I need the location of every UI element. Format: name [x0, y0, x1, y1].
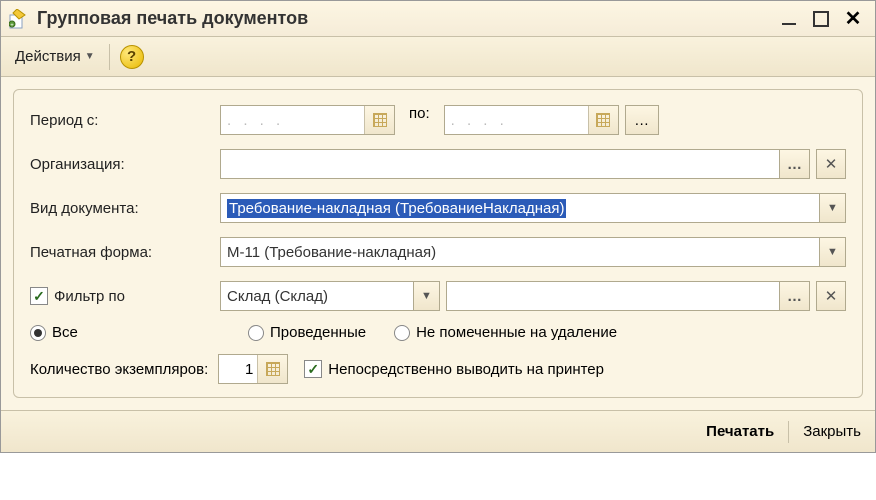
copies-value: 1: [219, 361, 257, 378]
organization-clear-button[interactable]: ✕: [816, 149, 846, 179]
period-to-calendar-button[interactable]: [588, 106, 618, 134]
svg-text:+: +: [10, 23, 14, 29]
actions-label: Действия: [15, 48, 81, 65]
filter-attr-value: Склад (Склад): [227, 288, 328, 305]
direct-print-group: Непосредственно выводить на принтер: [304, 360, 604, 378]
filter-attr-dropdown-button[interactable]: ▼: [413, 282, 439, 310]
row-doc-type: Вид документа: Требование-накладная (Тре…: [30, 192, 846, 224]
filter-value-select-button[interactable]: …: [779, 282, 809, 310]
actions-menu-button[interactable]: Действия ▼: [11, 46, 99, 67]
doc-type-label: Вид документа:: [30, 200, 220, 217]
doc-type-select[interactable]: Требование-накладная (ТребованиеНакладна…: [220, 193, 846, 223]
titlebar: + Групповая печать документов ✕: [1, 1, 875, 37]
radio-all[interactable]: [30, 325, 46, 341]
copies-calc-button[interactable]: [257, 355, 287, 383]
chevron-down-icon: ▼: [85, 51, 95, 62]
radio-not-marked-label: Не помеченные на удаление: [416, 324, 617, 341]
organization-select-button[interactable]: …: [779, 150, 809, 178]
print-form-value: М-11 (Требование-накладная): [227, 244, 436, 261]
copies-group: Количество экземпляров: 1: [30, 354, 288, 384]
doc-type-dropdown-button[interactable]: ▼: [819, 194, 845, 222]
organization-input[interactable]: …: [220, 149, 810, 179]
content-area: Период с: . . . . по: . . . .: [1, 77, 875, 410]
app-icon: +: [9, 9, 29, 29]
print-form-select[interactable]: М-11 (Требование-накладная) ▼: [220, 237, 846, 267]
print-form-dropdown-button[interactable]: ▼: [819, 238, 845, 266]
organization-field: … ✕: [220, 149, 846, 179]
doc-type-value: Требование-накладная (ТребованиеНакладна…: [227, 199, 566, 218]
period-from-placeholder: . . . .: [227, 112, 284, 129]
direct-print-label: Непосредственно выводить на принтер: [328, 361, 604, 378]
close-window-button[interactable]: ✕: [839, 8, 867, 30]
period-to-label: по:: [409, 105, 430, 135]
toolbar: Действия ▼ ?: [1, 37, 875, 77]
radio-all-label: Все: [52, 324, 78, 341]
copies-label: Количество экземпляров:: [30, 361, 208, 378]
radio-not-marked-item[interactable]: Не помеченные на удаление: [394, 324, 617, 341]
form-panel: Период с: . . . . по: . . . .: [13, 89, 863, 398]
close-button[interactable]: Закрыть: [803, 423, 861, 440]
row-filter: Фильтр по Склад (Склад) ▼ … ✕: [30, 280, 846, 312]
radio-all-item[interactable]: Все: [30, 324, 220, 341]
filter-checkbox[interactable]: [30, 287, 48, 305]
radio-posted-item[interactable]: Проведенные: [248, 324, 366, 341]
print-form-label: Печатная форма:: [30, 244, 220, 261]
radio-not-marked[interactable]: [394, 325, 410, 341]
period-to-placeholder: . . . .: [451, 112, 508, 129]
window: + Групповая печать документов ✕ Действия…: [0, 0, 876, 453]
calendar-icon: [596, 113, 610, 127]
period-from-calendar-button[interactable]: [364, 106, 394, 134]
print-button[interactable]: Печатать: [706, 423, 774, 440]
filter-value-input[interactable]: …: [446, 281, 810, 311]
calendar-icon: [373, 113, 387, 127]
footer-separator: [788, 421, 789, 443]
filter-label: Фильтр по: [54, 288, 125, 305]
copies-input[interactable]: 1: [218, 354, 288, 384]
window-title: Групповая печать документов: [37, 8, 771, 29]
filter-fields: Склад (Склад) ▼ … ✕: [220, 281, 846, 311]
toolbar-separator: [109, 44, 110, 70]
filter-value-clear-button[interactable]: ✕: [816, 281, 846, 311]
period-select-button[interactable]: …: [625, 105, 659, 135]
row-status-filter: Все Проведенные Не помеченные на удалени…: [30, 324, 846, 341]
period-from-input[interactable]: . . . .: [220, 105, 395, 135]
filter-label-group: Фильтр по: [30, 287, 220, 305]
organization-label: Организация:: [30, 156, 220, 173]
period-from-label: Период с:: [30, 112, 220, 129]
direct-print-checkbox[interactable]: [304, 360, 322, 378]
minimize-button[interactable]: [775, 8, 803, 30]
row-copies: Количество экземпляров: 1 Непосредственн…: [30, 353, 846, 385]
filter-attr-select[interactable]: Склад (Склад) ▼: [220, 281, 440, 311]
row-print-form: Печатная форма: М-11 (Требование-накладн…: [30, 236, 846, 268]
radio-posted[interactable]: [248, 325, 264, 341]
footer: Печатать Закрыть: [1, 410, 875, 452]
calculator-icon: [266, 362, 280, 376]
print-form-field: М-11 (Требование-накладная) ▼: [220, 237, 846, 267]
doc-type-field: Требование-накладная (ТребованиеНакладна…: [220, 193, 846, 223]
help-button[interactable]: ?: [120, 45, 144, 69]
radio-posted-label: Проведенные: [270, 324, 366, 341]
period-fields: . . . . по: . . . . …: [220, 105, 659, 135]
period-to-input[interactable]: . . . .: [444, 105, 619, 135]
row-organization: Организация: … ✕: [30, 148, 846, 180]
maximize-button[interactable]: [807, 8, 835, 30]
row-period: Период с: . . . . по: . . . .: [30, 104, 846, 136]
